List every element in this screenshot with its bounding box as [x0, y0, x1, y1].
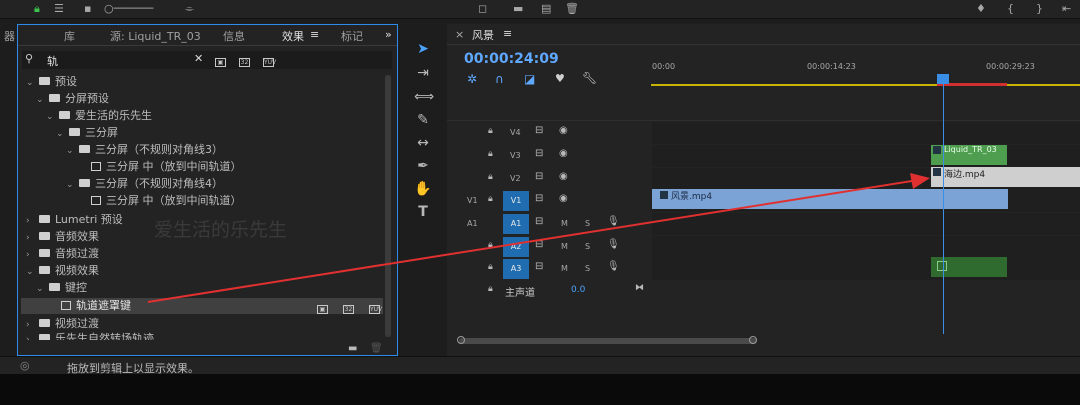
arrow-head — [910, 173, 930, 189]
arrow-line — [147, 180, 913, 303]
annotation-arrow — [147, 173, 930, 303]
